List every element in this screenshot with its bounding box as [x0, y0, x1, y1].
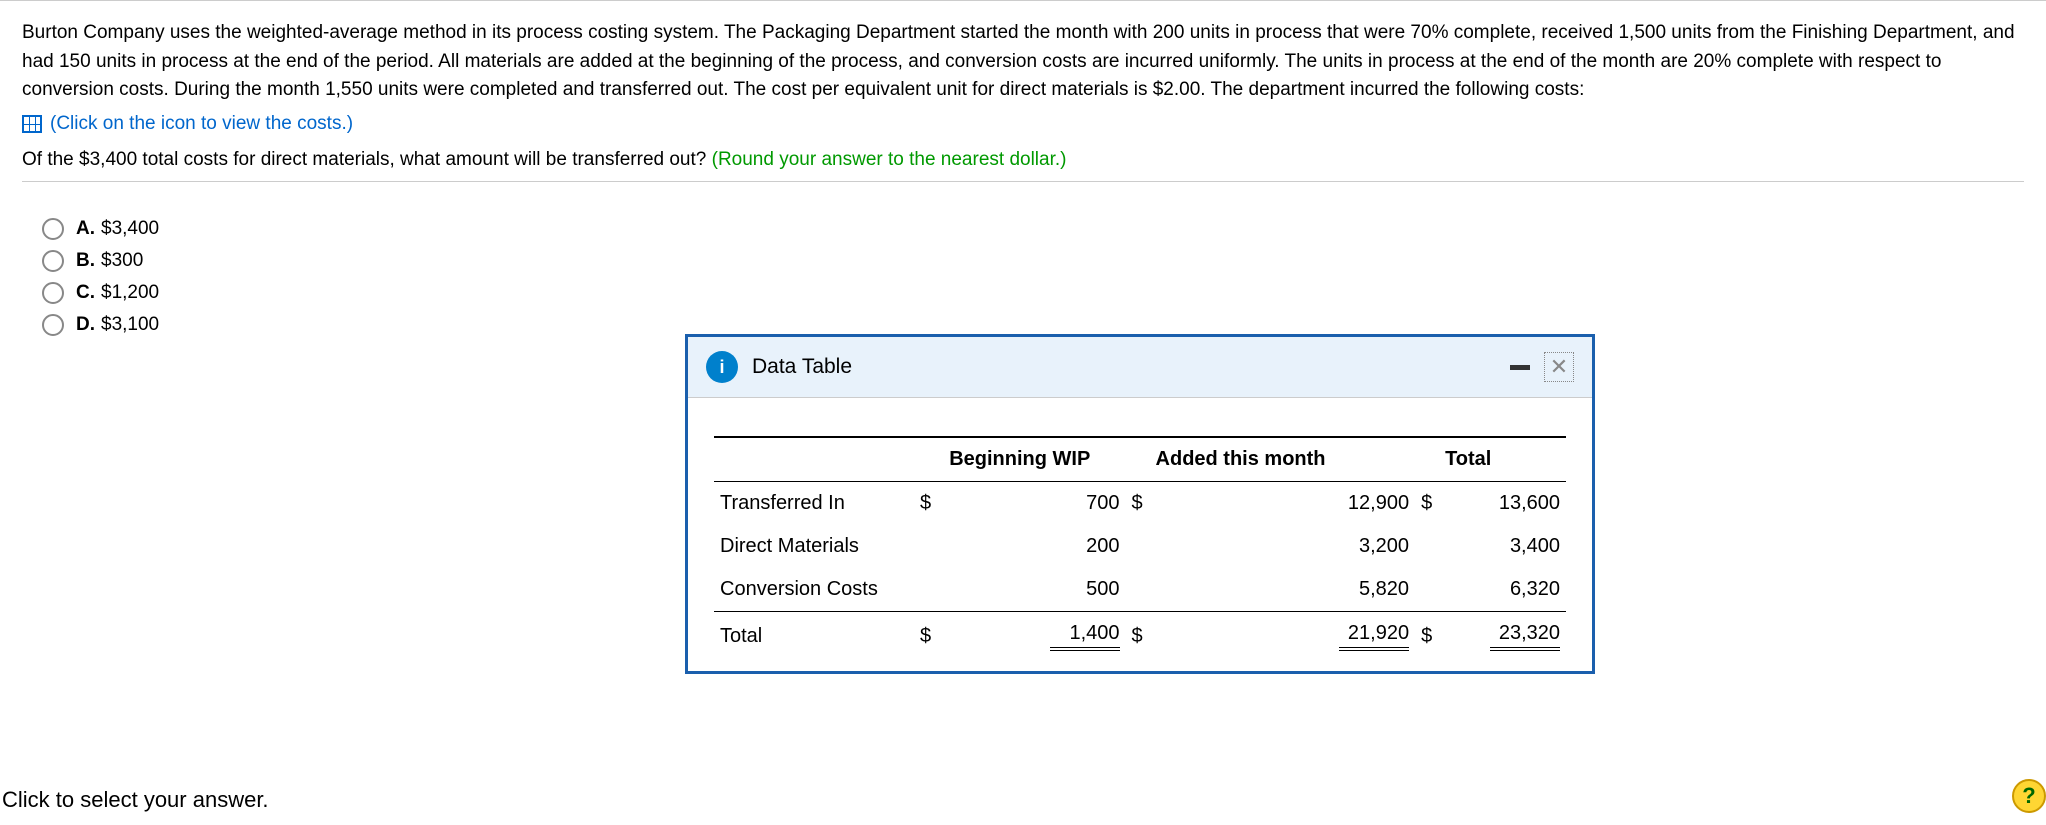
sub-question-text: Of the $3,400 total costs for direct mat… — [22, 149, 712, 170]
minimize-button[interactable] — [1510, 365, 1530, 370]
dollar-sign — [914, 525, 944, 568]
dollar-sign: $ — [1126, 482, 1156, 526]
question-main-text: Burton Company uses the weighted-average… — [22, 19, 2024, 105]
cell-value: 6,320 — [1445, 568, 1566, 612]
row-label: Total — [714, 612, 914, 662]
dollar-sign — [1415, 568, 1445, 612]
table-row: Direct Materials 200 3,200 3,400 — [714, 525, 1566, 568]
cell-value: 3,200 — [1156, 525, 1416, 568]
cell-value: 23,320 — [1445, 612, 1566, 662]
popup-header-left: i Data Table — [706, 351, 852, 383]
dollar-sign — [1126, 568, 1156, 612]
cell-value: 13,600 — [1445, 482, 1566, 526]
row-label: Conversion Costs — [714, 568, 914, 612]
answer-options: A. $3,400 B. $300 C. $1,200 D. $3,100 — [42, 218, 2024, 336]
table-total-row: Total $ 1,400 $ 21,920 $ 23,320 — [714, 612, 1566, 662]
option-text: $1,200 — [101, 282, 159, 303]
radio-icon — [42, 250, 64, 272]
option-letter: A. — [76, 218, 95, 239]
view-costs-label: (Click on the icon to view the costs.) — [50, 113, 353, 135]
dollar-sign: $ — [914, 482, 944, 526]
cell-value: 200 — [944, 525, 1126, 568]
popup-header: i Data Table ✕ — [688, 337, 1592, 398]
answer-option-b[interactable]: B. $300 — [42, 250, 2024, 272]
option-text: $3,100 — [101, 314, 159, 335]
cell-value: 500 — [944, 568, 1126, 612]
col-header-added: Added this month — [1126, 437, 1416, 482]
radio-icon — [42, 314, 64, 336]
cell-value: 1,400 — [944, 612, 1126, 662]
table-header-row: Beginning WIP Added this month Total — [714, 437, 1566, 482]
dollar-sign: $ — [1126, 612, 1156, 662]
popup-header-right: ✕ — [1510, 352, 1574, 382]
option-letter: D. — [76, 314, 95, 335]
cell-value: 12,900 — [1156, 482, 1416, 526]
help-button[interactable]: ? — [2012, 779, 2046, 813]
popup-body: Beginning WIP Added this month Total Tra… — [688, 398, 1592, 671]
option-text: $300 — [101, 250, 143, 271]
dollar-sign — [1415, 525, 1445, 568]
popup-title: Data Table — [752, 355, 852, 379]
col-header-blank — [714, 437, 914, 482]
cell-value: 5,820 — [1156, 568, 1416, 612]
cell-value: 21,920 — [1156, 612, 1416, 662]
answer-option-d[interactable]: D. $3,100 — [42, 314, 2024, 336]
close-button[interactable]: ✕ — [1544, 352, 1574, 382]
option-letter: B. — [76, 250, 95, 271]
sub-question: Of the $3,400 total costs for direct mat… — [22, 149, 2024, 171]
radio-icon — [42, 218, 64, 240]
row-label: Transferred In — [714, 482, 914, 526]
question-container: Burton Company uses the weighted-average… — [0, 0, 2046, 336]
radio-icon — [42, 282, 64, 304]
option-text: $3,400 — [101, 218, 159, 239]
dollar-sign — [1126, 525, 1156, 568]
footer-text: Click to select your answer. — [2, 787, 269, 813]
dollar-sign: $ — [1415, 612, 1445, 662]
row-label: Direct Materials — [714, 525, 914, 568]
answer-option-c[interactable]: C. $1,200 — [42, 282, 2024, 304]
sub-question-hint: (Round your answer to the nearest dollar… — [712, 149, 1067, 170]
data-table-popup: i Data Table ✕ Beginning WIP Added this … — [685, 334, 1595, 674]
view-costs-link[interactable]: (Click on the icon to view the costs.) — [22, 113, 2024, 135]
answer-option-a[interactable]: A. $3,400 — [42, 218, 2024, 240]
table-row: Transferred In $ 700 $ 12,900 $ 13,600 — [714, 482, 1566, 526]
dollar-sign: $ — [914, 612, 944, 662]
table-icon — [22, 115, 42, 133]
info-icon: i — [706, 351, 738, 383]
dollar-sign — [914, 568, 944, 612]
option-letter: C. — [76, 282, 95, 303]
answers-area: A. $3,400 B. $300 C. $1,200 D. $3,100 — [22, 218, 2024, 336]
dollar-sign: $ — [1415, 482, 1445, 526]
table-row: Conversion Costs 500 5,820 6,320 — [714, 568, 1566, 612]
costs-table: Beginning WIP Added this month Total Tra… — [714, 436, 1566, 661]
col-header-total: Total — [1415, 437, 1566, 482]
cell-value: 3,400 — [1445, 525, 1566, 568]
cell-value: 700 — [944, 482, 1126, 526]
col-header-wip: Beginning WIP — [914, 437, 1126, 482]
divider — [22, 181, 2024, 182]
